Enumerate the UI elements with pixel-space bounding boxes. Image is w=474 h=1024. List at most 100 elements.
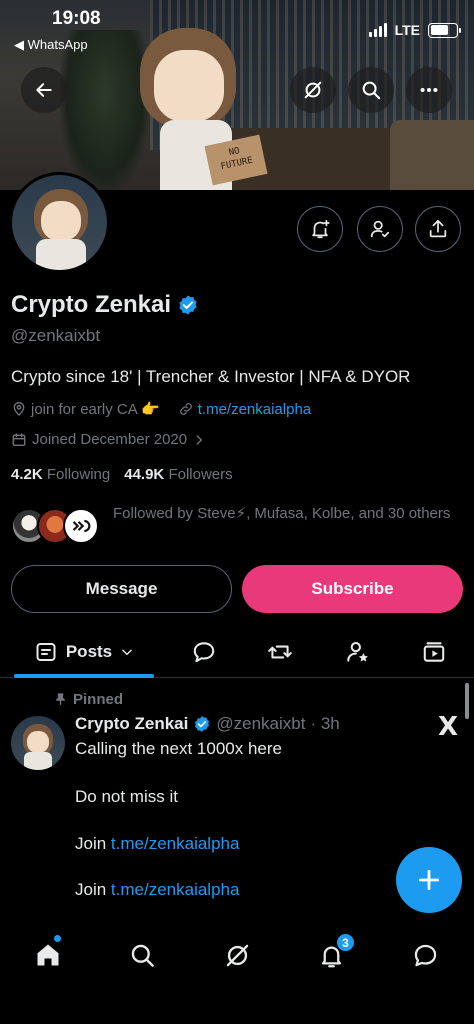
compose-post-button[interactable] [396,847,462,913]
notifications-subscribe-button[interactable] [297,206,343,252]
profile-joined-row[interactable]: Joined December 2020 [11,431,206,448]
tab-affiliates[interactable] [338,626,378,678]
profile-stats: 4.2K Following 44.9K Followers [11,466,233,483]
arrow-left-icon [36,83,52,97]
search-icon [131,944,154,967]
banner-sofa [390,120,474,190]
followers-label: Followers [168,466,233,483]
follower-logo-icon [72,519,91,533]
verified-badge-icon [195,716,210,732]
status-back-to-app[interactable]: ◀ WhatsApp [14,37,88,53]
post-join-link[interactable]: t.me/zenkaialpha [111,834,240,853]
home-indicator [165,1008,309,1013]
repost-icon [268,645,292,659]
post-author-avatar[interactable] [11,716,65,770]
tab-posts-label: Posts [65,642,113,661]
banner-character-face [154,50,224,122]
scrollbar[interactable] [465,683,469,719]
pinned-label: Pinned [73,691,124,708]
back-button[interactable] [21,67,67,113]
following-stat[interactable]: 4.2K Following [11,466,110,483]
following-status-button[interactable] [357,206,403,252]
post-text-line1: Calling the next 1000x here [75,739,282,758]
post-text-line2: Do not miss it [75,787,178,806]
tab-media[interactable] [414,626,454,678]
post-author-handle: @zenkaixbt [216,714,306,733]
location-pin-icon [13,402,25,416]
user-check-icon [370,220,390,238]
status-time: 19:08 [52,8,101,29]
following-label: Following [46,466,111,483]
user-star-icon [347,641,368,662]
profile-name: Crypto Zenkai [11,291,172,318]
message-bubble-icon [414,944,436,966]
subscribe-button[interactable]: Subscribe [242,565,463,613]
more-options-button[interactable] [406,67,452,113]
pinned-indicator: Pinned [54,691,123,708]
banner-plant [60,30,150,190]
search-button[interactable] [348,67,394,113]
post-author-name[interactable]: Crypto Zenkai [75,714,188,734]
profile-meta-row: join for early CA 👉 t.me/zenkaialpha [11,400,311,418]
followers-stat[interactable]: 44.9K Followers [124,466,232,483]
cellular-signal-icon [368,23,387,37]
home-icon [37,944,59,966]
active-tab-indicator [14,674,154,678]
followers-you-know[interactable]: Followed by Steve⚡, Mufasa, Kolbe, and 3… [11,502,463,548]
follower-avatar-3 [63,508,99,544]
notifications-badge: 3 [336,933,355,952]
post-join-link-2[interactable]: t.me/zenkaialpha [111,880,240,899]
more-horizontal-icon [420,87,438,93]
profile-joined-date: Joined December 2020 [32,431,188,448]
post-header: Crypto Zenkai @zenkaixbt · 3h [75,714,340,734]
profile-avatar[interactable] [9,172,110,273]
grok-icon [304,81,322,99]
post-join-prefix-2: Join [75,880,107,899]
posts-icon [36,643,56,661]
bell-plus-icon [312,219,330,239]
post-timestamp: · 3h [310,714,340,733]
tab-replies[interactable] [184,626,224,678]
profile-bio: Crypto since 18' | Trencher & Investor |… [11,367,411,386]
nav-grok[interactable] [217,935,257,975]
tab-reposts[interactable] [260,626,300,678]
profile-handle: @zenkaixbt [11,326,101,345]
battery-icon [428,22,461,38]
post-text-line3: Join t.me/zenkaialpha [75,834,239,854]
profile-website-link[interactable]: t.me/zenkaialpha [198,401,311,418]
following-count: 4.2K [11,466,43,483]
followed-by-text: Followed by Steve⚡, Mufasa, Kolbe, and 3… [113,505,451,522]
x-logo-icon: X [438,712,459,742]
battery-fill [430,25,448,35]
grok-button[interactable] [290,67,336,113]
profile-name-row: Crypto Zenkai [11,291,199,319]
bottom-navigation: 3 [0,925,474,985]
share-icon [429,219,447,238]
status-indicators: LTE [368,22,461,38]
share-button[interactable] [415,206,461,252]
network-type: LTE [394,22,420,38]
post-text-line4: Join t.me/zenkaialpha [75,880,239,900]
calendar-icon [12,432,26,446]
message-button[interactable]: Message [11,565,232,613]
search-icon [362,81,381,100]
profile-tabs: Posts [0,626,474,678]
avatar-body [36,239,86,270]
nav-home[interactable] [28,935,68,975]
home-unread-dot [54,935,61,942]
nav-search[interactable] [122,935,162,975]
verified-badge-icon[interactable] [177,294,199,316]
chevron-down-icon [122,649,132,656]
avatar-face [41,201,81,241]
post-join-prefix: Join [75,834,107,853]
profile-location: join for early CA 👉 [31,401,160,418]
followers-count: 44.9K [124,466,165,483]
media-icon [423,642,445,662]
reply-icon [193,642,215,663]
grok-icon [226,944,248,966]
plus-icon [418,869,440,891]
nav-messages[interactable] [405,935,445,975]
tab-posts[interactable]: Posts [14,626,154,678]
link-icon [179,403,192,415]
chevron-right-icon [196,434,203,445]
